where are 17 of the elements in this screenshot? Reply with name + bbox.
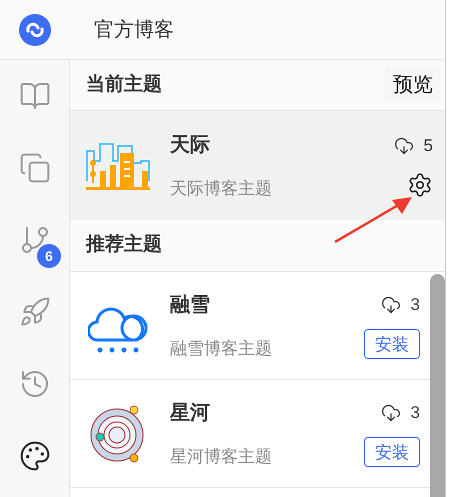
download-count: 3 (410, 402, 420, 424)
download-count: 5 (424, 134, 433, 157)
theme-description: 星河博客主题 (170, 446, 273, 468)
app-title: 官方博客 (94, 18, 174, 42)
preview-button[interactable]: 预览 (385, 68, 441, 102)
install-button[interactable]: 安装 (364, 329, 420, 360)
download-count: 3 (410, 294, 420, 316)
install-button[interactable]: 安装 (364, 437, 420, 468)
theme-description: 天际博客主题 (170, 178, 273, 200)
theme-name: 天际 (170, 132, 211, 158)
count-badge: 6 (37, 244, 61, 268)
section-title: 当前主题 (86, 72, 162, 97)
theme-description: 融雪博客主题 (170, 338, 273, 360)
theme-name: 融雪 (170, 292, 211, 318)
sidebar-tab[interactable]: 6 (0, 204, 69, 276)
theme-name: 星河 (170, 400, 211, 426)
section-title: 推荐主题 (86, 232, 162, 258)
